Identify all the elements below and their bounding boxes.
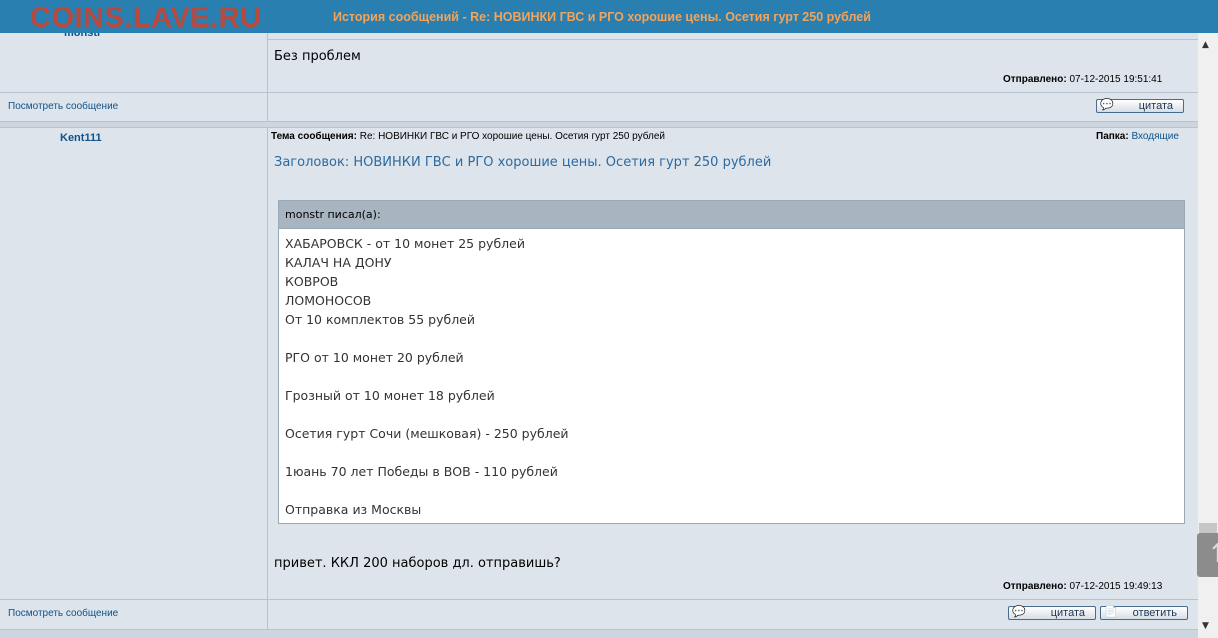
post1-sent-label: Отправлено: xyxy=(1003,74,1067,85)
row-divider xyxy=(0,599,1198,600)
quote-author: monstr писал(а): xyxy=(285,208,381,221)
post2-view-message-link[interactable]: Посмотреть сообщение xyxy=(8,608,118,619)
post2-quote-button[interactable]: 💬 цитата xyxy=(1008,606,1096,620)
quote-bubble-icon: 💬 xyxy=(1100,99,1114,111)
scroll-to-top-icon[interactable]: ↑ xyxy=(1197,533,1218,577)
post1-author[interactable]: monstr xyxy=(64,33,101,39)
quote-header: monstr писал(а): xyxy=(279,201,1184,229)
post2-folder-label: Папка: xyxy=(1096,131,1129,142)
post1-sent-value: 07-12-2015 19:51:41 xyxy=(1069,74,1163,85)
reply-document-icon: 📄 xyxy=(1104,606,1118,618)
post2-topic: Тема сообщения: Re: НОВИНКИ ГВС и РГО хо… xyxy=(271,131,665,142)
post2-sent-value: 07-12-2015 19:49:13 xyxy=(1069,581,1163,592)
quote-line: Осетия гурт Сочи (мешковая) - 250 рублей xyxy=(285,426,569,441)
quote-line: КОВРОВ xyxy=(285,274,339,289)
quote-line: Отправка из Москвы xyxy=(285,502,422,517)
post2-topic-value: Re: НОВИНКИ ГВС и РГО хорошие цены. Осет… xyxy=(359,131,665,142)
quote-line: 1юань 70 лет Победы в ВОВ - 110 рублей xyxy=(285,464,558,479)
quote-line: ЛОМОНОСОВ xyxy=(285,293,372,308)
site-watermark: COINS.LAVE.RU xyxy=(30,2,262,34)
quote-bubble-icon: 💬 xyxy=(1012,606,1026,618)
post2-folder-link[interactable]: Входящие xyxy=(1131,131,1178,142)
post2-topic-label: Тема сообщения: xyxy=(271,131,357,142)
window-title: История сообщений - Re: НОВИНКИ ГВС и РГ… xyxy=(333,10,871,24)
message-history-panel: monstr Без проблем Отправлено: 07-12-201… xyxy=(0,33,1198,638)
vertical-scrollbar[interactable]: ▲ ↑ ▼ xyxy=(1197,33,1218,638)
quote-line: Грозный от 10 монет 18 рублей xyxy=(285,388,495,403)
quote-line: От 10 комплектов 55 рублей xyxy=(285,312,475,327)
quote-block: monstr писал(а): ХАБАРОВСК - от 10 монет… xyxy=(278,200,1185,524)
post2-folder: Папка: Входящие xyxy=(1096,131,1179,142)
post2-reply-button[interactable]: 📄 ответить xyxy=(1100,606,1188,620)
quote-line: ХАБАРОВСК - от 10 монет 25 рублей xyxy=(285,236,525,251)
quote-line: РГО от 10 монет 20 рублей xyxy=(285,350,464,365)
post2-subject: Заголовок: НОВИНКИ ГВС и РГО хорошие цен… xyxy=(274,155,772,170)
scroll-up-arrow-icon[interactable]: ▲ xyxy=(1202,40,1209,50)
post1-body: Без проблем xyxy=(274,49,361,64)
post1-quote-button[interactable]: 💬 цитата xyxy=(1096,99,1184,113)
post1-view-message-link[interactable]: Посмотреть сообщение xyxy=(8,101,118,112)
row-divider xyxy=(0,92,1198,93)
post1-sent: Отправлено: 07-12-2015 19:51:41 xyxy=(1003,74,1162,85)
post-separator xyxy=(0,630,1198,638)
window-titlebar: COINS.LAVE.RU История сообщений - Re: НО… xyxy=(0,0,1218,34)
post2-sent-label: Отправлено: xyxy=(1003,581,1067,592)
column-divider xyxy=(267,128,268,630)
scroll-down-arrow-icon[interactable]: ▼ xyxy=(1202,621,1209,631)
post2-author[interactable]: Kent111 xyxy=(60,132,102,144)
row-divider xyxy=(0,127,1198,128)
row-divider xyxy=(268,39,1198,40)
column-divider xyxy=(267,92,268,121)
post2-sent: Отправлено: 07-12-2015 19:49:13 xyxy=(1003,581,1162,592)
quote-line: КАЛАЧ НА ДОНУ xyxy=(285,255,392,270)
post2-body: привет. ККЛ 200 наборов дл. отправишь? xyxy=(274,556,561,571)
